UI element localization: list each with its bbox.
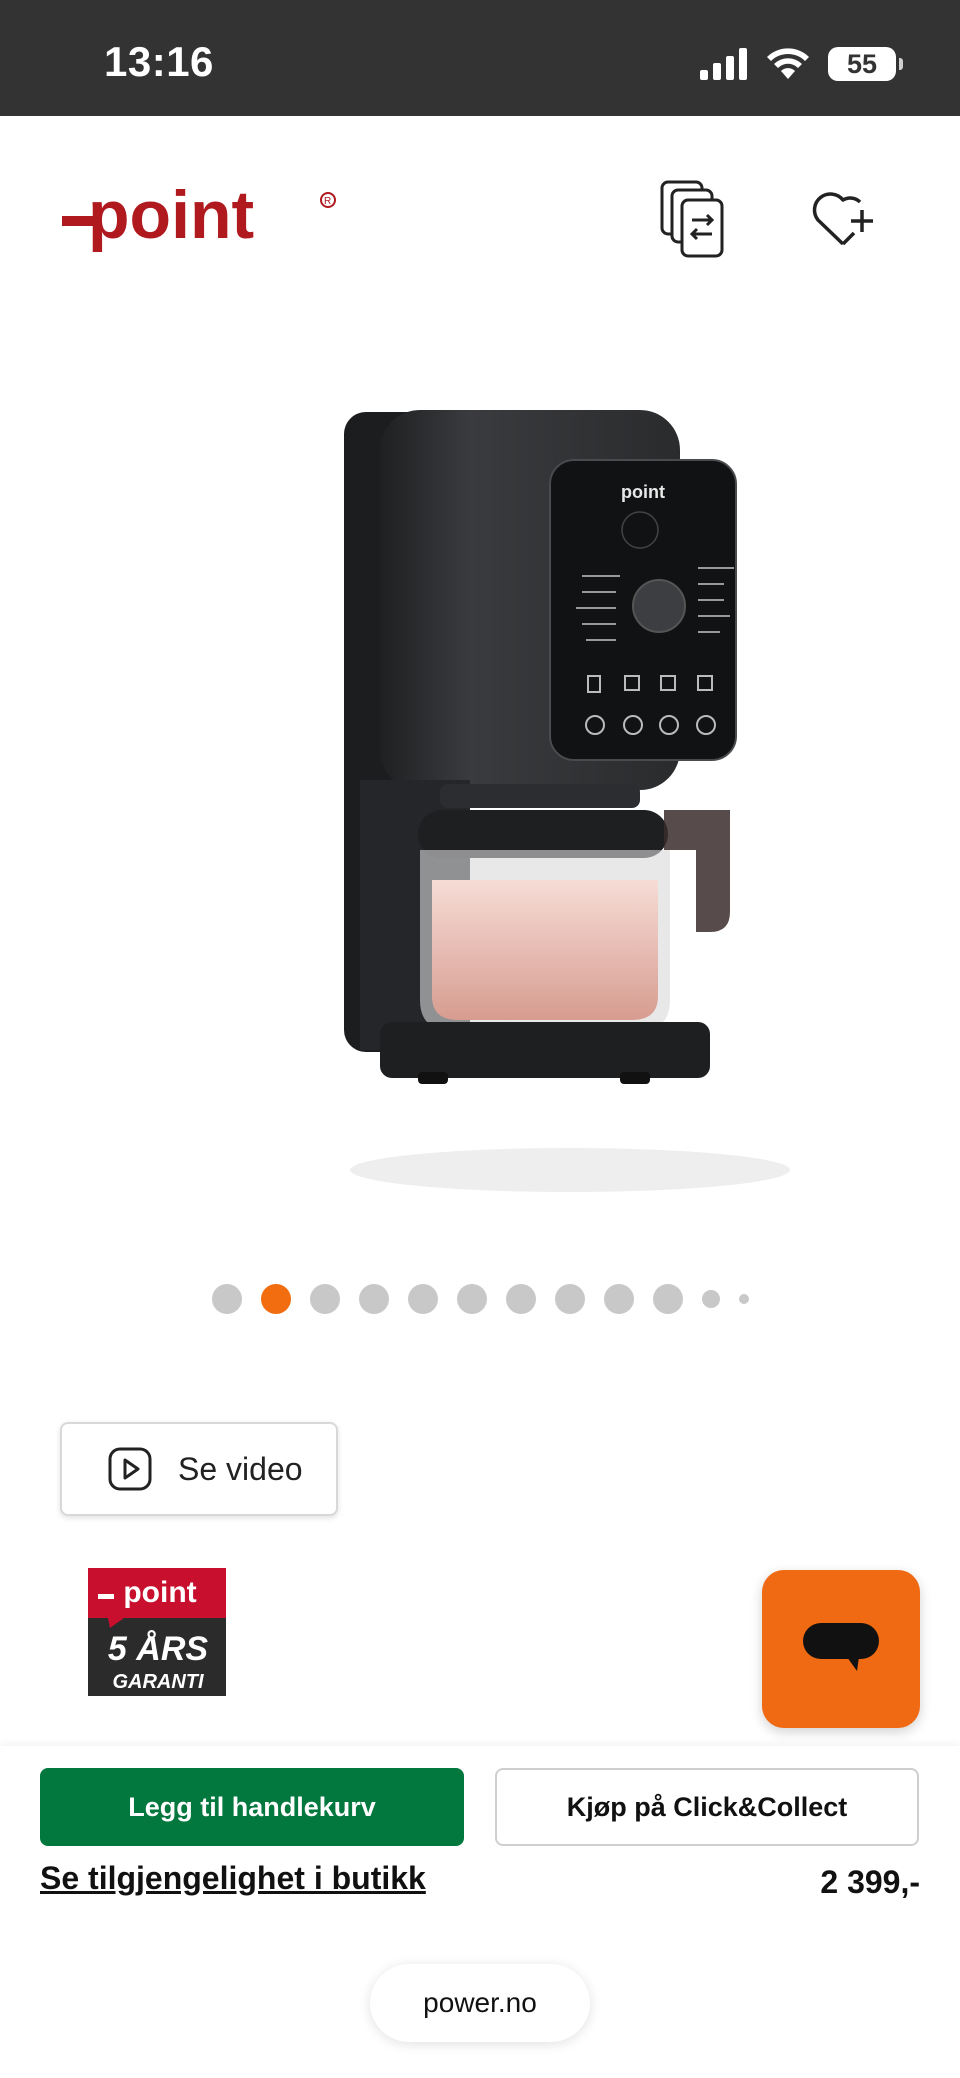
status-icons: 55 [700, 44, 903, 84]
warranty-brand: point [123, 1576, 196, 1609]
compare-icon[interactable] [660, 180, 730, 262]
carousel-dot-active[interactable] [260, 1284, 291, 1314]
battery-indicator: 55 [828, 47, 903, 81]
carousel-dot[interactable] [456, 1284, 487, 1314]
device-brand-label: point [621, 482, 665, 502]
carousel-dot[interactable] [407, 1284, 438, 1314]
chat-button[interactable] [762, 1570, 920, 1728]
logo-wordmark: point [88, 177, 254, 253]
status-time: 13:16 [104, 38, 214, 85]
carousel-dot[interactable] [505, 1284, 536, 1314]
cellular-signal-icon [700, 48, 747, 80]
play-icon [108, 1447, 152, 1491]
status-bar: 13:16 55 [0, 0, 960, 116]
battery-level: 55 [846, 48, 878, 79]
product-price: 2 399,- [820, 1864, 920, 1900]
browser-url-bar[interactable]: power.no [370, 1964, 590, 2042]
click-collect-button[interactable]: Kjøp på Click&Collect [495, 1768, 919, 1846]
carousel-dot[interactable] [554, 1284, 585, 1314]
heart-plus-icon[interactable] [808, 184, 878, 254]
carousel-dot[interactable] [603, 1284, 634, 1314]
warranty-years: 5 ÅRS [108, 1630, 208, 1668]
carousel-dot[interactable] [358, 1284, 389, 1314]
product-image[interactable]: point [320, 380, 790, 1200]
add-to-cart-button[interactable]: Legg til handlekurv [40, 1768, 464, 1846]
see-video-button[interactable]: Se video [60, 1422, 338, 1516]
carousel-dot[interactable] [738, 1294, 749, 1304]
carousel-dot[interactable] [309, 1284, 340, 1314]
chat-bubble-icon [803, 1623, 879, 1671]
warranty-label: GARANTI [112, 1671, 204, 1693]
warranty-badge: point 5 ÅRS GARANTI [88, 1568, 226, 1696]
wifi-icon [767, 48, 809, 79]
see-video-label: Se video [178, 1450, 303, 1487]
carousel-dot[interactable] [211, 1284, 242, 1314]
carousel-dot[interactable] [701, 1290, 720, 1308]
store-availability-link[interactable]: Se tilgjengelighet i butikk [40, 1860, 426, 1897]
carousel-dot[interactable] [652, 1284, 683, 1314]
url-text: power.no [423, 1987, 537, 2018]
image-carousel-indicators [0, 1282, 960, 1316]
svg-text:R: R [324, 196, 331, 207]
point-logo[interactable]: point R [62, 176, 342, 276]
site-header: point R [0, 116, 960, 316]
